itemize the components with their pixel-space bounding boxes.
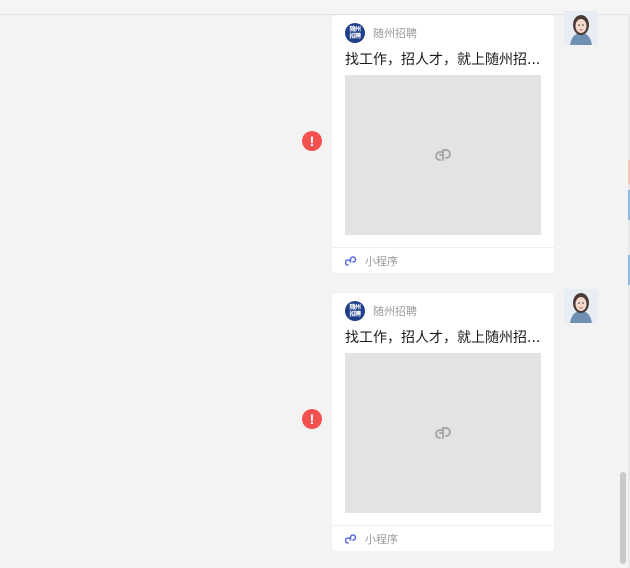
send-failed-icon[interactable]: ! [302,131,322,151]
link-placeholder-icon [435,149,451,161]
card-preview-image [345,353,541,513]
chat-message: ! 随州 招聘 随州招聘 找工作，招人才，就上随州招... 小程序 [0,11,630,275]
source-name: 随州招聘 [373,27,417,40]
card-source: 随州 招聘 随州招聘 [345,301,417,321]
avatar[interactable] [564,289,598,323]
mini-program-icon [345,534,357,544]
mini-program-card[interactable]: 随州 招聘 随州招聘 找工作，招人才，就上随州招... 小程序 [332,293,554,551]
card-footer: 小程序 [332,525,554,551]
card-source: 随州 招聘 随州招聘 [345,23,417,43]
card-footer: 小程序 [332,247,554,273]
source-logo: 随州 招聘 [345,23,365,43]
mini-program-card[interactable]: 随州 招聘 随州招聘 找工作，招人才，就上随州招... 小程序 [332,15,554,273]
card-preview-image [345,75,541,235]
card-title: 找工作，招人才，就上随州招... [345,52,541,68]
send-failed-icon[interactable]: ! [302,409,322,429]
source-name: 随州招聘 [373,305,417,318]
link-placeholder-icon [435,427,451,439]
card-title: 找工作，招人才，就上随州招... [345,330,541,346]
mini-program-icon [345,256,357,266]
source-logo: 随州 招聘 [345,301,365,321]
mini-program-label: 小程序 [365,533,398,546]
avatar[interactable] [564,11,598,45]
chat-message: ! 随州 招聘 随州招聘 找工作，招人才，就上随州招... 小程序 [0,289,630,553]
mini-program-label: 小程序 [365,255,398,268]
scrollbar-thumb[interactable] [620,472,626,564]
top-bar [0,0,630,15]
